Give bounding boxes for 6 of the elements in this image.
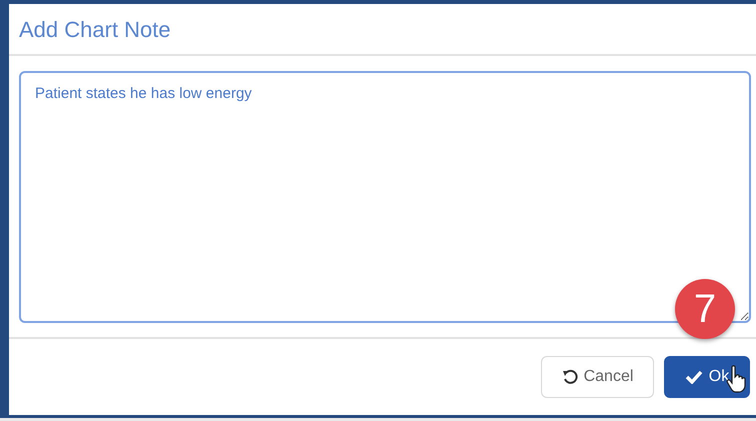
check-icon: [684, 370, 703, 384]
dialog-title: Add Chart Note: [19, 16, 171, 44]
undo-icon: [562, 369, 578, 385]
cancel-button[interactable]: Cancel: [541, 356, 654, 398]
ok-button[interactable]: Ok: [664, 356, 750, 398]
step-badge: 7: [675, 279, 735, 339]
